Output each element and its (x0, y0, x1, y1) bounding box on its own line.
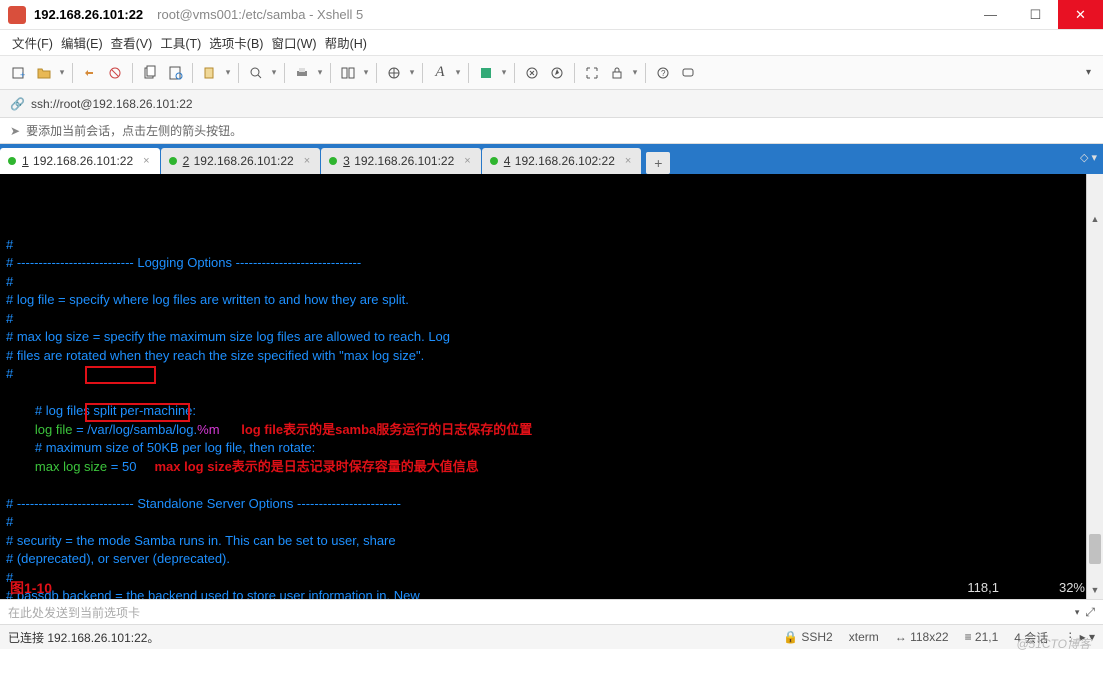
font-icon[interactable]: A (429, 62, 451, 84)
highlight-box-logfile (85, 366, 156, 384)
address-text[interactable]: ssh://root@192.168.26.101:22 (31, 97, 193, 111)
copy-icon[interactable] (139, 62, 161, 84)
close-button[interactable]: ✕ (1058, 0, 1103, 29)
link-icon: 🔗 (10, 97, 25, 111)
highlight-box-maxlogsize (85, 403, 190, 422)
transfer-icon[interactable] (337, 62, 359, 84)
help-icon[interactable]: ? (652, 62, 674, 84)
title-path: root@vms001:/etc/samba - Xshell 5 (157, 7, 363, 22)
maximize-button[interactable]: ☐ (1013, 0, 1058, 29)
disconnect-icon[interactable] (104, 62, 126, 84)
close-icon[interactable]: × (143, 155, 149, 167)
status-term: xterm (849, 630, 879, 644)
fullscreen-icon[interactable] (581, 62, 603, 84)
script-icon[interactable] (521, 62, 543, 84)
dropdown-icon[interactable]: ▾ (500, 67, 508, 78)
dropdown-icon[interactable]: ▾ (270, 67, 278, 78)
dropdown-icon[interactable]: ▾ (408, 67, 416, 78)
session-tab-2[interactable]: 2 192.168.26.101:22× (161, 148, 321, 174)
close-icon[interactable]: × (625, 155, 631, 167)
scrollbar[interactable]: ▲ ▼ (1086, 174, 1103, 599)
figure-label: 图1-10 (10, 579, 52, 598)
scroll-down-icon[interactable]: ▼ (1087, 582, 1103, 599)
menu-window[interactable]: 窗口(W) (269, 32, 318, 53)
toolbar-overflow-icon[interactable]: ▾ (1082, 67, 1095, 78)
paste-icon[interactable] (199, 62, 221, 84)
menu-edit[interactable]: 编辑(E) (59, 32, 105, 53)
title-host: 192.168.26.101:22 (34, 7, 143, 22)
close-icon[interactable]: × (464, 155, 470, 167)
menu-bar: 文件(F) 编辑(E) 查看(V) 工具(T) 选项卡(B) 窗口(W) 帮助(… (0, 30, 1103, 56)
lock-icon[interactable] (606, 62, 628, 84)
menu-tools[interactable]: 工具(T) (158, 32, 203, 53)
dropdown-icon[interactable]: ▾ (224, 67, 232, 78)
dropdown-icon[interactable]: ▾ (631, 67, 639, 78)
print-icon[interactable] (291, 62, 313, 84)
session-tab-4[interactable]: 4 192.168.26.102:22× (482, 148, 642, 174)
session-tab-1[interactable]: 1 192.168.26.101:22× (0, 148, 160, 174)
hint-arrow-icon[interactable]: ➤ (10, 124, 20, 138)
menu-help[interactable]: 帮助(H) (323, 32, 369, 53)
scroll-up-icon[interactable]: ▲ (1087, 211, 1103, 228)
svg-text:?: ? (661, 69, 666, 78)
globe-icon[interactable] (383, 62, 405, 84)
status-bar: 已连接 192.168.26.101:22。 🔒 SSH2 xterm ↔ 11… (0, 625, 1103, 649)
send-input[interactable]: 在此处发送到当前选项卡 (8, 604, 140, 621)
annotation-1: log file表示的是samba服务运行的日志保存的位置 (241, 422, 532, 437)
session-tab-3[interactable]: 3 192.168.26.101:22× (321, 148, 481, 174)
properties-icon[interactable] (164, 62, 186, 84)
menu-tab[interactable]: 选项卡(B) (207, 32, 265, 53)
send-expand-icon[interactable]: ⤢ (1085, 605, 1095, 620)
status-cursor: ≡ 21,1 (965, 630, 999, 644)
dropdown-icon[interactable]: ▾ (454, 67, 462, 78)
vim-status: 118,132% (967, 579, 1085, 598)
status-connection: 已连接 192.168.26.101:22。 (8, 629, 159, 646)
scroll-thumb[interactable] (1089, 534, 1101, 564)
hint-text: 要添加当前会话，点击左侧的箭头按钮。 (26, 122, 242, 139)
annotation-2: max log size表示的是日志记录时保存容量的最大值信息 (155, 459, 479, 474)
watermark: @51CTO博客 (1016, 635, 1091, 652)
search-icon[interactable] (245, 62, 267, 84)
dropdown-icon[interactable]: ▾ (316, 67, 324, 78)
minimize-button[interactable]: — (968, 0, 1013, 29)
compass-icon[interactable] (546, 62, 568, 84)
send-dropdown-icon[interactable]: ▾ (1075, 607, 1080, 618)
toolbar: + ▾ ▾ ▾ ▾ ▾ ▾ A▾ ▾ ▾ ? ▾ (0, 56, 1103, 90)
new-session-icon[interactable]: + (8, 62, 30, 84)
terminal[interactable]: # # --------------------------- Logging … (0, 174, 1103, 599)
close-icon[interactable]: × (304, 155, 310, 167)
status-lock-icon: 🔒 SSH2 (783, 630, 833, 644)
status-size: ↔ 118x22 (895, 630, 949, 644)
svg-text:+: + (20, 70, 25, 80)
chat-icon[interactable] (677, 62, 699, 84)
add-tab-button[interactable]: + (646, 152, 670, 174)
dropdown-icon[interactable]: ▾ (58, 67, 66, 78)
tab-nav-icon[interactable]: ◇ ▾ (1080, 151, 1097, 164)
session-tabs: 1 192.168.26.101:22× 2 192.168.26.101:22… (0, 144, 1103, 174)
dropdown-icon[interactable]: ▾ (362, 67, 370, 78)
menu-view[interactable]: 查看(V) (109, 32, 155, 53)
menu-file[interactable]: 文件(F) (10, 32, 55, 53)
color-icon[interactable] (475, 62, 497, 84)
app-icon (8, 6, 26, 24)
open-icon[interactable] (33, 62, 55, 84)
reconnect-icon[interactable] (79, 62, 101, 84)
